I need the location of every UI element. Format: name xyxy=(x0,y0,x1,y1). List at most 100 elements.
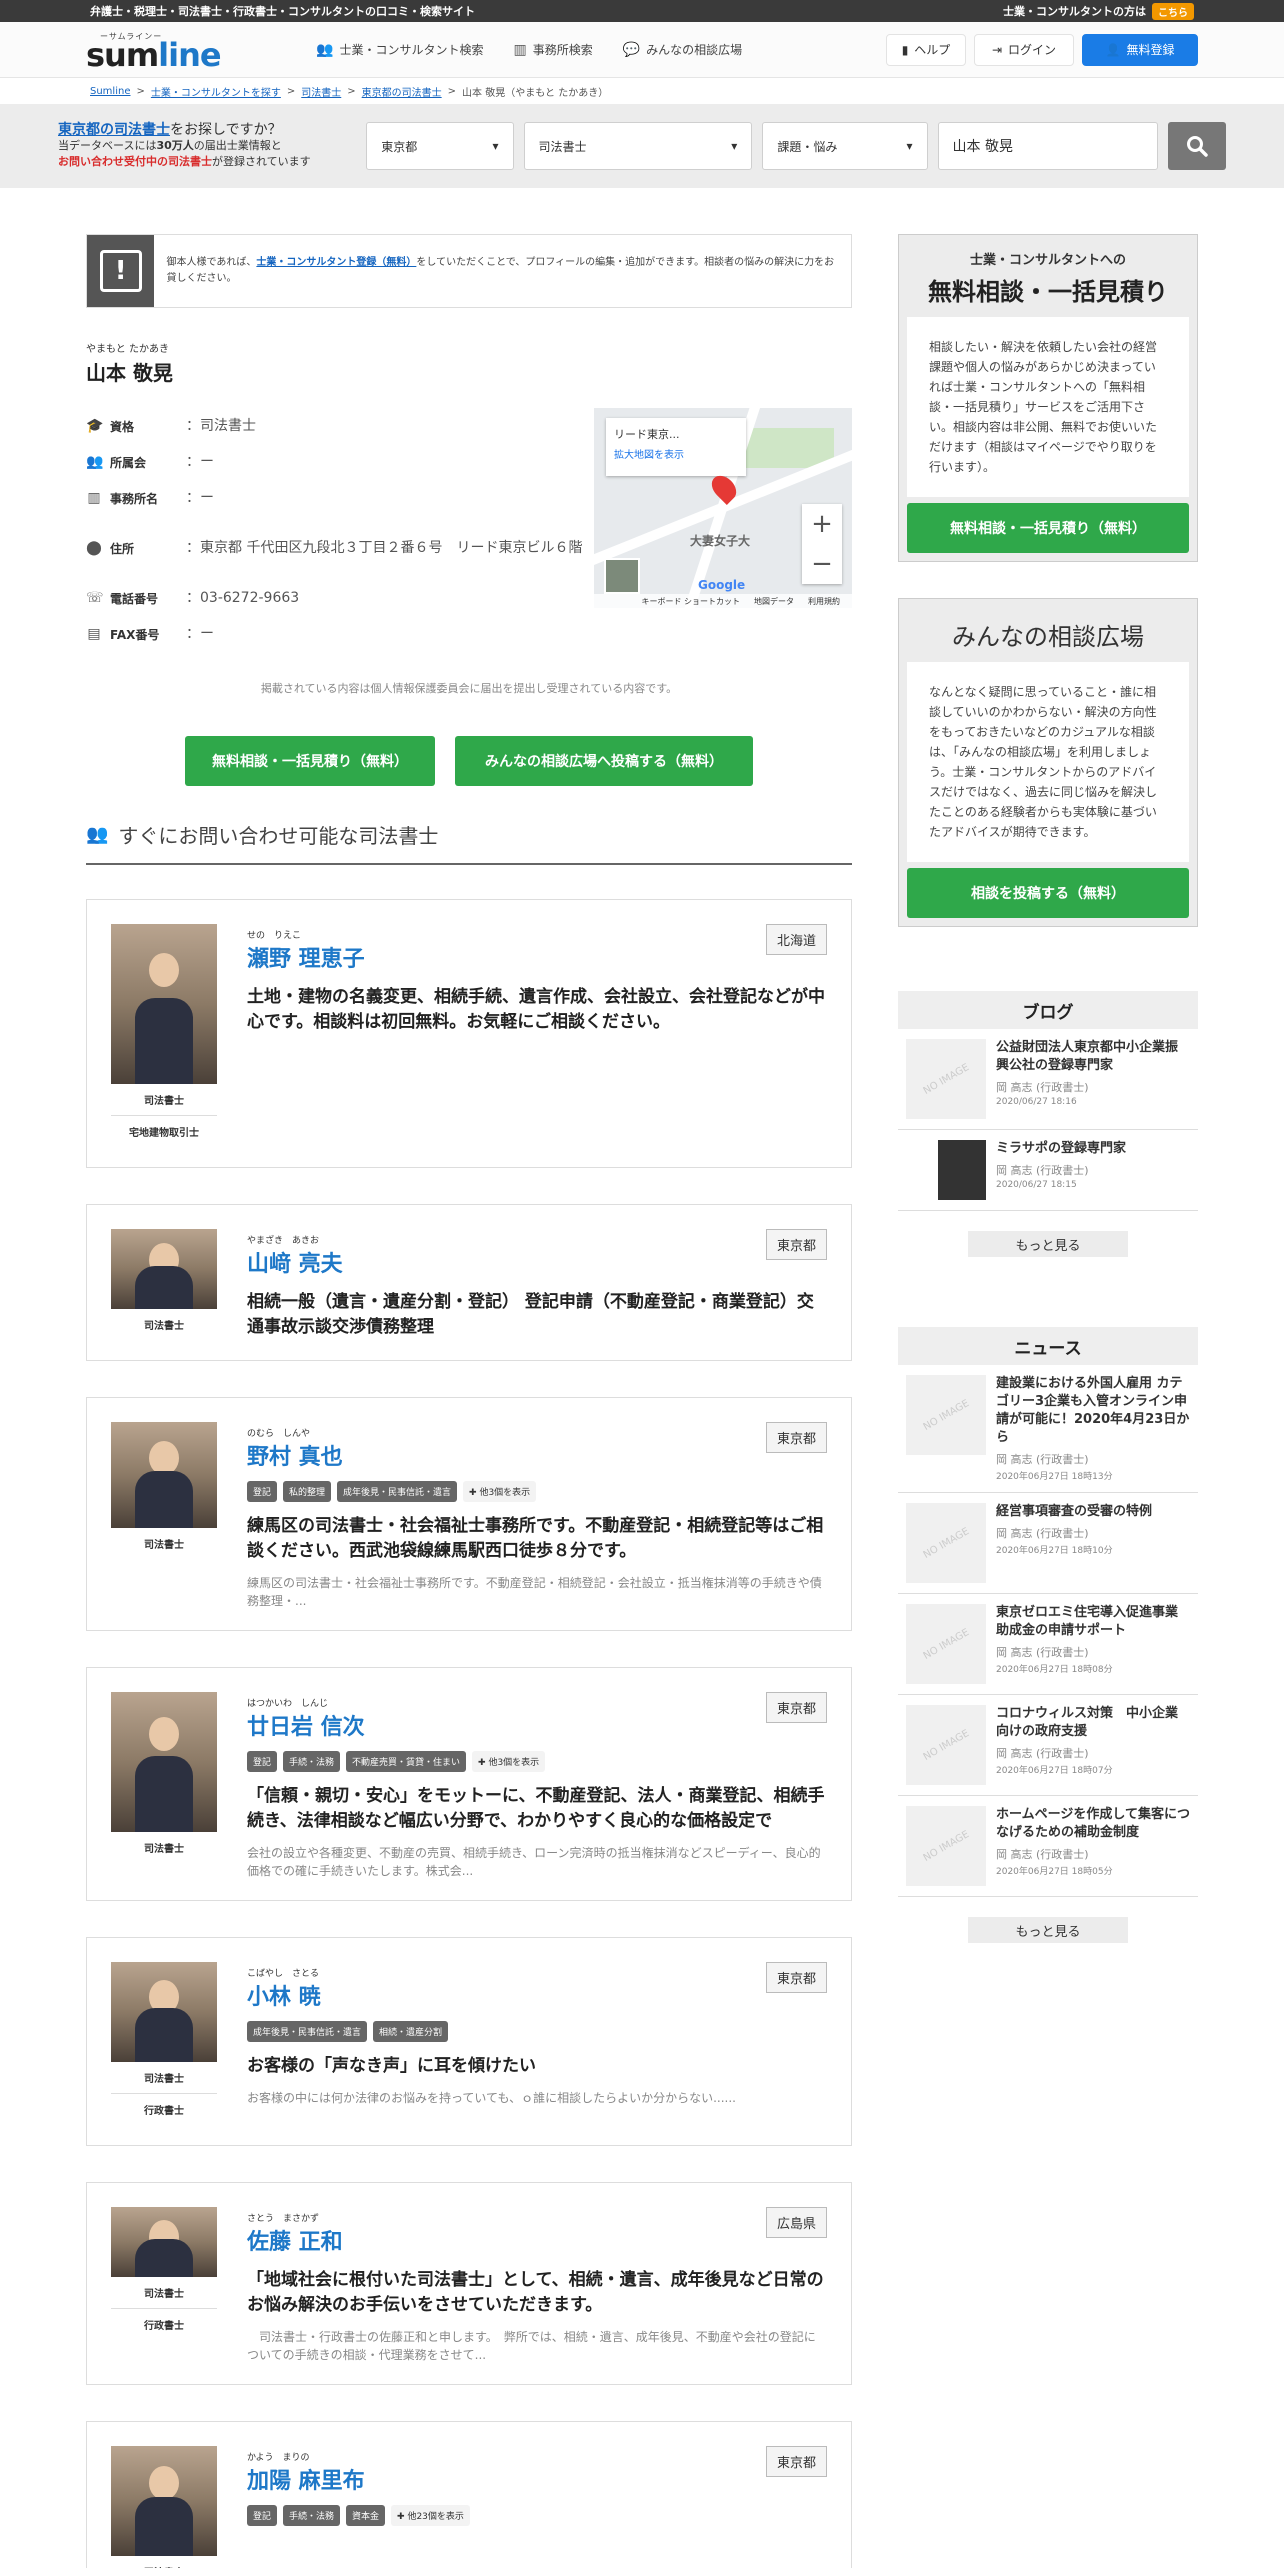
expert-photo[interactable] xyxy=(111,1229,217,1309)
tag[interactable]: 登記 xyxy=(247,1751,278,1772)
list-item[interactable]: NO IMAGE 経営事項審査の受審の特例岡 高志 (行政書士) 2020年06月… xyxy=(898,1493,1198,1594)
claim-notice: ! 御本人様であれば、士業・コンサルタント登録（無料）をしていただくことで、プロ… xyxy=(86,234,852,308)
expert-catchphrase: 土地・建物の名義変更、相続手続、遺言作成、会社設立、会社登記などが中心です。相談… xyxy=(247,987,825,1032)
tag[interactable]: 成年後見・民事信託・遺言 xyxy=(247,2021,368,2042)
pro-here-button[interactable]: こちら xyxy=(1152,2,1194,20)
news-list: ニュース NO IMAGE 建設業における外国人雇用 カテゴリー3企業も入管オン… xyxy=(898,1327,1198,1943)
prefecture-select[interactable]: 東京都 ▾ xyxy=(366,122,514,170)
book-icon: ▮ xyxy=(901,42,909,57)
expert-name[interactable]: 廿日岩 信次 xyxy=(247,1709,827,1741)
expert-name[interactable]: 小林 暁 xyxy=(247,1979,827,2011)
map-enlarge-link[interactable]: 拡大地図を表示 xyxy=(614,446,738,461)
help-button[interactable]: ▮ ヘルプ xyxy=(886,33,966,66)
search-prompt-link[interactable]: 東京都の司法書士 xyxy=(58,122,170,138)
breadcrumb-experts[interactable]: 士業・コンサルタントを探す xyxy=(151,84,281,99)
list-item[interactable]: NO IMAGE 公益財団法人東京都中小企業振興公社の登録専門家岡 高志 (行政… xyxy=(898,1029,1198,1130)
no-image-placeholder: NO IMAGE xyxy=(906,1705,986,1785)
tag[interactable]: 私的整理 xyxy=(283,1481,332,1502)
phone-icon: ☏ xyxy=(86,590,104,606)
expert-photo[interactable] xyxy=(111,2446,217,2556)
expert-description: 練馬区の司法書士・社会福祉士事務所です。不動産登記・相続登記・会社設立・抵当権抹… xyxy=(247,1576,822,1608)
expert-name[interactable]: 山﨑 亮夫 xyxy=(247,1246,827,1278)
blog-more-button[interactable]: もっと見る xyxy=(968,1231,1128,1257)
tag[interactable]: 成年後見・民事信託・遺言 xyxy=(337,1481,458,1502)
role-label: 司法書士 xyxy=(144,1321,184,1332)
expert-card[interactable]: 司法書士 かよう まりの 加陽 麻里布 登記手続・法務資本金✚ 他23個を表示 … xyxy=(86,2421,852,2568)
expert-card[interactable]: 司法書士 のむら しんや 野村 真也 登記 私的整理 成年後見・民事信託・遺言 ✚ 他… xyxy=(86,1397,852,1631)
list-item[interactable]: NO IMAGE 建設業における外国人雇用 カテゴリー3企業も入管オンライン申請… xyxy=(898,1365,1198,1493)
tag[interactable]: ✚ 他3個を表示 xyxy=(463,1481,537,1502)
expert-name[interactable]: 瀬野 理恵子 xyxy=(247,941,827,973)
expert-card[interactable]: 司法書士 宅地建物取引士 せの りえこ 瀬野 理恵子 土地・建物の名義変更、相続手… xyxy=(86,899,852,1168)
login-button[interactable]: ⇥ ログイン xyxy=(974,33,1074,66)
login-icon: ⇥ xyxy=(991,42,1003,57)
expert-name[interactable]: 佐藤 正和 xyxy=(247,2224,827,2256)
breadcrumb: Sumline > 士業・コンサルタントを探す > 司法書士 > 東京都の司法書士 > … xyxy=(90,84,609,99)
list-item[interactable]: NO IMAGE コロナウィルス対策 中小企業向けの政府支援岡 高志 (行政書士… xyxy=(898,1695,1198,1796)
expert-catchphrase: 練馬区の司法書士・社会福祉士事務所です。不動産登記・相続登記等はご相談ください。… xyxy=(247,1516,824,1561)
profession-select[interactable]: 司法書士 ▾ xyxy=(523,122,753,170)
search-button[interactable] xyxy=(1168,122,1227,170)
expert-card[interactable]: 司法書士 やまざき あきお 山﨑 亮夫 相続一般（遺言・遺産分割・登記） 登記申… xyxy=(86,1204,852,1361)
expert-card[interactable]: 司法書士 行政書士 さとう まさかず 佐藤 正和 「地域社会に根付いた司法書士」と… xyxy=(86,2182,852,2385)
consult-box: 士業・コンサルタントへの 無料相談・一括見積り 相談したい・解決を依頼したい会社… xyxy=(898,234,1198,562)
chat-icon: 💬 xyxy=(622,41,641,58)
free-consult-button[interactable]: 無料相談・一括見積り（無料） xyxy=(185,736,435,786)
claim-register-link[interactable]: 士業・コンサルタント登録（無料） xyxy=(256,257,416,268)
expert-catchphrase: 相続一般（遺言・遺産分割・登記） 登記申請（不動産登記・商業登記）交通事故示談交… xyxy=(247,1292,814,1337)
office-map[interactable]: リード東京... 拡大地図を表示 大妻女子大 + − Google キーボード シ… xyxy=(594,408,852,608)
fax-icon: ▤ xyxy=(87,626,101,642)
expert-card[interactable]: 司法書士 行政書士 こばやし さとる 小林 暁 成年後見・民事信託・遺言 相続・遺産… xyxy=(86,1937,852,2146)
prefecture-badge: 東京都 xyxy=(765,1692,827,1723)
tag[interactable]: 手続・法務 xyxy=(283,1751,341,1772)
expert-catchphrase: お客様の「声なき声」に耳を傾けたい xyxy=(247,2056,536,2076)
zoom-in-button[interactable]: + xyxy=(811,509,833,539)
expert-name[interactable]: 加陽 麻里布 xyxy=(247,2463,827,2495)
post-community-button[interactable]: みんなの相談広場へ投稿する（無料） xyxy=(455,736,753,786)
list-item[interactable]: NO IMAGE ホームページを作成して集客につなげるための補助金制度岡 高志 … xyxy=(898,1796,1198,1897)
prefecture-badge: 東京都 xyxy=(765,1962,827,1993)
building-icon: ▥ xyxy=(513,41,527,58)
expert-ruby: こばやし さとる xyxy=(247,1969,320,1979)
breadcrumb-tokyo[interactable]: 東京都の司法書士 xyxy=(362,84,442,99)
tag[interactable]: 資本金 xyxy=(346,2505,386,2526)
tag[interactable]: 登記 xyxy=(247,2505,278,2526)
keyword-input[interactable]: 山本 敬晃 xyxy=(937,122,1159,170)
tag[interactable]: ✚ 他3個を表示 xyxy=(472,1751,546,1772)
nav-community[interactable]: 💬 みんなの相談広場 xyxy=(623,41,742,58)
search-bar: 東京都の司法書士をお探しですか？ 当データベースには30万人の届出士業情報と お… xyxy=(0,104,1284,188)
expert-name[interactable]: 野村 真也 xyxy=(247,1439,827,1471)
breadcrumb-home[interactable]: Sumline xyxy=(90,86,130,97)
blog-list: ブログ NO IMAGE 公益財団法人東京都中小企業振興公社の登録専門家岡 高志… xyxy=(898,991,1198,1257)
news-more-button[interactable]: もっと見る xyxy=(968,1917,1128,1943)
nav-office-search[interactable]: ▥ 事務所検索 xyxy=(513,41,592,58)
topic-select[interactable]: 課題・悩み ▾ xyxy=(762,122,928,170)
tag[interactable]: 登記 xyxy=(247,1481,278,1502)
expert-photo[interactable] xyxy=(111,924,217,1084)
tag[interactable]: ✚ 他23個を表示 xyxy=(391,2505,470,2526)
tag[interactable]: 不動産売買・賃貸・住まい xyxy=(346,1751,467,1772)
breadcrumb-shiho[interactable]: 司法書士 xyxy=(301,84,341,99)
expert-photo[interactable] xyxy=(111,1692,217,1832)
sidebar-post-button[interactable]: 相談を投稿する（無料） xyxy=(907,868,1189,918)
tag[interactable]: 相続・遺産分割 xyxy=(373,2021,449,2042)
page-title: 山本 敬晃 xyxy=(86,361,173,385)
list-item[interactable]: ミラサポの登録専門家岡 高志 (行政書士) 2020/06/27 18:15 xyxy=(898,1130,1198,1211)
sidebar-consult-button[interactable]: 無料相談・一括見積り（無料） xyxy=(907,503,1189,553)
nav-expert-search[interactable]: 👥 士業・コンサルタント検索 xyxy=(316,41,483,58)
users-icon: 👥 xyxy=(86,454,104,470)
expert-ruby: せの りえこ xyxy=(247,931,302,941)
role-label: 行政書士 xyxy=(144,2106,184,2117)
logo[interactable]: ーサムラインー sumline xyxy=(86,28,226,72)
expert-photo[interactable] xyxy=(111,2207,217,2277)
expert-photo[interactable] xyxy=(111,1422,217,1528)
list-item[interactable]: NO IMAGE 東京ゼロエミ住宅導入促進事業 助成金の申請サポート岡 高志 (… xyxy=(898,1594,1198,1695)
zoom-out-button[interactable]: − xyxy=(811,549,833,579)
register-button[interactable]: 👤 無料登録 xyxy=(1082,33,1198,66)
tag[interactable]: 手続・法務 xyxy=(283,2505,341,2526)
expert-photo[interactable] xyxy=(111,1962,217,2062)
expert-card[interactable]: 司法書士 はつかいわ しんじ 廿日岩 信次 登記 手続・法務 不動産売買・賃貸・住ま… xyxy=(86,1667,852,1901)
map-satellite-toggle[interactable] xyxy=(604,558,640,594)
role-label: 司法書士 xyxy=(111,1084,217,1116)
role-label: 司法書士 xyxy=(111,2277,217,2309)
